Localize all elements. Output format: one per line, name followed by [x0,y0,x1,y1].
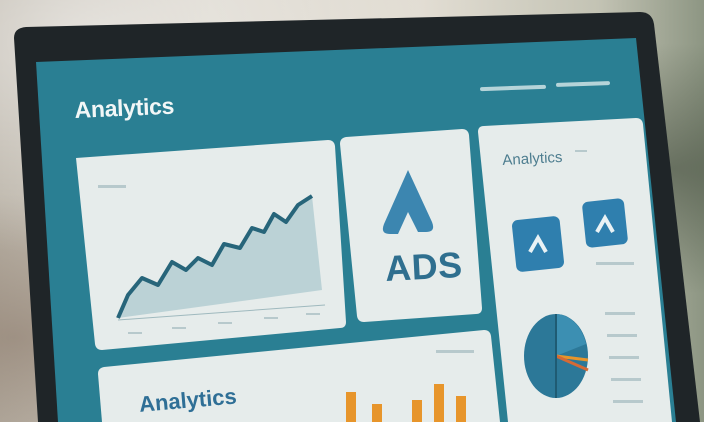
ads-card [340,129,482,322]
pie-chart-icon [524,314,589,398]
app-icon [582,198,628,248]
line-chart-card [76,140,346,350]
laptop-screen [14,12,700,422]
ads-label: ADS [384,243,464,289]
side-card-title: Analytics [502,148,563,169]
page-title: Analytics [74,92,175,123]
app-icon [512,216,564,272]
